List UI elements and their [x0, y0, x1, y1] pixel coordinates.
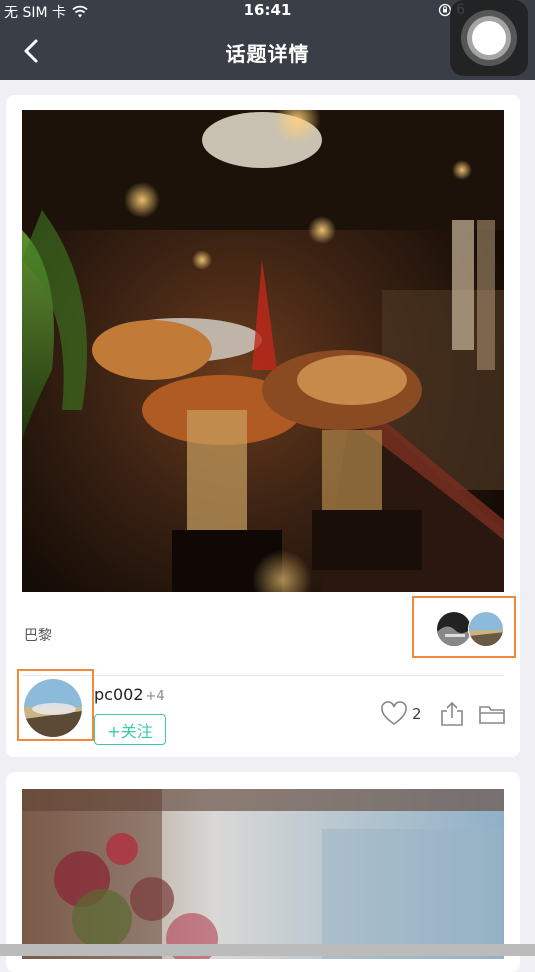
avatar-image: [437, 612, 471, 646]
participants-avatars[interactable]: [412, 596, 516, 658]
assistive-core: [472, 21, 506, 55]
folder-icon[interactable]: [478, 701, 506, 727]
post-photo[interactable]: [22, 789, 504, 959]
post-card: [6, 772, 520, 972]
share-icon[interactable]: [438, 701, 466, 727]
post-location: 巴黎: [24, 628, 52, 644]
like-count: 2: [412, 705, 422, 723]
author-avatar-highlight[interactable]: [17, 669, 94, 741]
flower-photo-image: [22, 789, 504, 959]
heart-icon[interactable]: [380, 701, 408, 727]
post-card: 巴黎 pc002 +4 +关注 2: [6, 95, 520, 757]
author-avatar[interactable]: [24, 679, 82, 737]
follow-button[interactable]: +关注: [94, 714, 166, 745]
participant-avatar[interactable]: [436, 611, 472, 647]
participant-avatar[interactable]: [468, 611, 504, 647]
username-extra: +4: [145, 689, 165, 704]
assistive-ring: [461, 10, 517, 66]
avatar-image: [24, 679, 82, 737]
avatar-image: [469, 612, 503, 646]
post-photo[interactable]: [22, 110, 504, 592]
assistive-ring-inner: [467, 16, 511, 60]
username-text: pc002: [94, 685, 144, 704]
assistive-touch-button[interactable]: [450, 0, 528, 76]
divider: [22, 675, 504, 676]
buffet-photo-image: [22, 110, 504, 592]
bottom-edge: [0, 944, 535, 956]
author-username[interactable]: pc002 +4: [94, 685, 165, 704]
